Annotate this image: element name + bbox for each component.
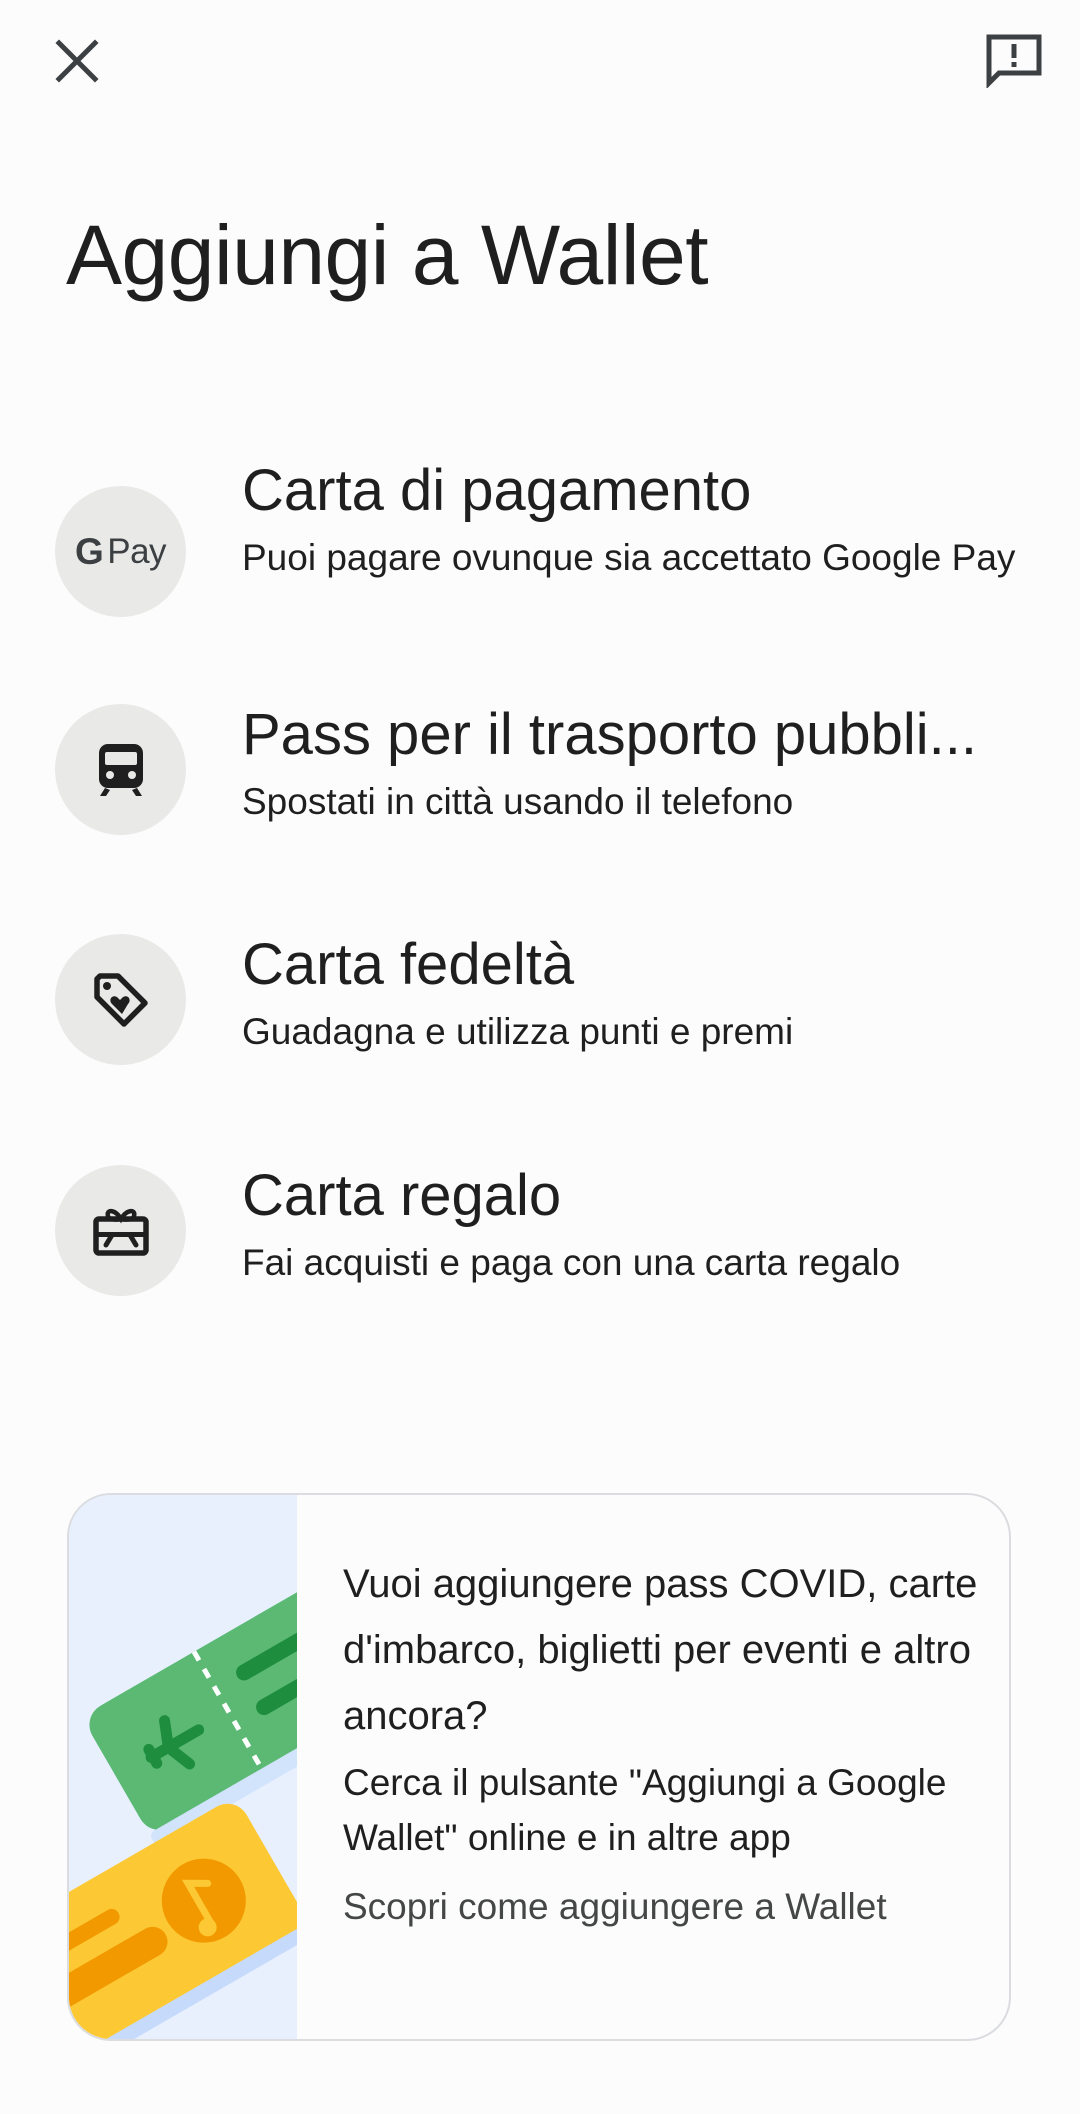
option-description: Puoi pagare ovunque sia accettato Google… bbox=[242, 537, 1016, 578]
gpay-icon: G Pay bbox=[74, 530, 167, 572]
feedback-button[interactable] bbox=[966, 12, 1062, 108]
option-description: Fai acquisti e paga con una carta regalo bbox=[242, 1242, 901, 1283]
tag-heart-icon bbox=[93, 972, 148, 1027]
option-title: Carta fedeltà bbox=[242, 932, 575, 997]
close-button[interactable] bbox=[29, 13, 125, 109]
page-title: Aggiungi a Wallet bbox=[66, 208, 709, 302]
option-text: Pass per il trasporto pubbli... Spostati… bbox=[242, 702, 1022, 829]
option-text: Carta fedeltà Guadagna e utilizza punti … bbox=[242, 932, 1022, 1059]
option-title: Carta regalo bbox=[242, 1163, 562, 1228]
promo-content: Vuoi aggiungere pass COVID, carte d'imba… bbox=[343, 1551, 983, 1934]
option-text: Carta di pagamento Puoi pagare ovunque s… bbox=[242, 458, 1022, 585]
option-description: Spostati in città usando il telefono bbox=[242, 781, 794, 822]
option-title: Pass per il trasporto pubbli... bbox=[242, 702, 978, 767]
promo-heading: Vuoi aggiungere pass COVID, carte d'imba… bbox=[343, 1562, 978, 1738]
tag-heart-icon-container bbox=[55, 934, 186, 1065]
option-title: Carta di pagamento bbox=[242, 458, 752, 523]
promo-body: Cerca il pulsante "Aggiungi a Google Wal… bbox=[343, 1762, 947, 1858]
top-app-bar bbox=[0, 0, 1080, 120]
train-icon bbox=[98, 743, 143, 796]
feedback-icon bbox=[986, 34, 1042, 88]
boarding-pass-illustration bbox=[69, 1495, 415, 2039]
option-description: Guadagna e utilizza punti e premi bbox=[242, 1011, 794, 1052]
gpay-icon-container: G Pay bbox=[55, 486, 186, 617]
close-icon bbox=[55, 39, 99, 83]
add-to-wallet-screen: Aggiungi a Wallet G Pay Carta di pagamen… bbox=[0, 0, 1080, 2114]
promo-card: Vuoi aggiungere pass COVID, carte d'imba… bbox=[67, 1493, 1011, 2041]
learn-more-link[interactable]: Scopri come aggiungere a Wallet bbox=[343, 1879, 983, 1934]
gift-card-icon bbox=[92, 1208, 149, 1256]
option-text: Carta regalo Fai acquisti e paga con una… bbox=[242, 1163, 1022, 1290]
gift-card-icon-container bbox=[55, 1165, 186, 1296]
train-icon-container bbox=[55, 704, 186, 835]
ticket-illustration-icon bbox=[69, 1495, 415, 2039]
